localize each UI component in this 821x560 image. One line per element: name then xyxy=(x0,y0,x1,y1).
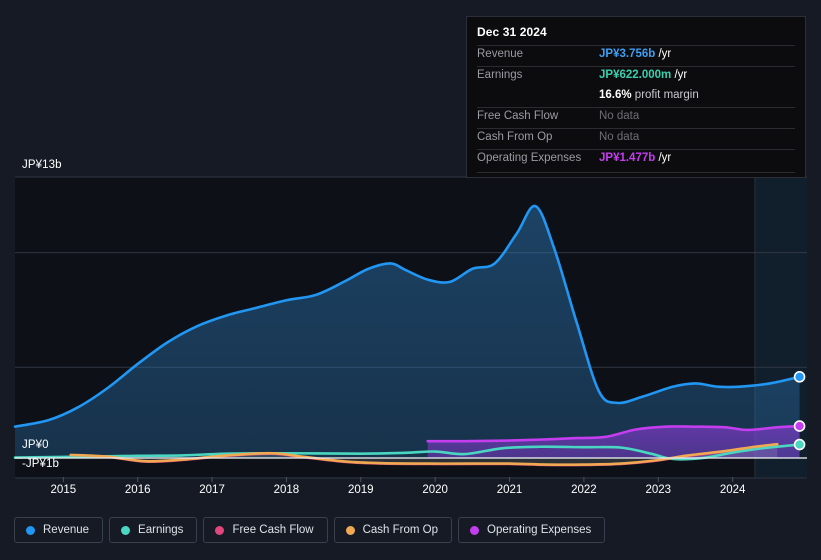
tooltip-row-value: JP¥622.000m /yr xyxy=(599,69,687,81)
tooltip-row-unit: /yr xyxy=(671,69,688,81)
tooltip-row-value: No data xyxy=(599,131,639,143)
legend-item-label: Operating Expenses xyxy=(487,524,592,536)
tooltip-row: Revenue JP¥3.756b /yr xyxy=(477,45,795,66)
tooltip-row-value: No data xyxy=(599,110,639,122)
legend-item-revenue[interactable]: Revenue xyxy=(14,517,104,543)
tooltip-row-unit: /yr xyxy=(655,152,672,164)
legend-item-free-cash-flow[interactable]: Free Cash Flow xyxy=(203,517,328,543)
legend-item-label: Revenue xyxy=(43,524,90,536)
x-axis-label-2024: 2024 xyxy=(719,484,746,496)
endpoint-marker-operating-expenses[interactable] xyxy=(793,420,806,432)
tooltip-row-unit: /yr xyxy=(655,48,672,60)
legend-color-dot-icon xyxy=(215,525,225,535)
legend-item-label: Earnings xyxy=(138,524,184,536)
legend-color-dot-icon xyxy=(470,525,480,535)
tooltip-row: Cash From Op No data xyxy=(477,128,795,149)
tooltip-date: Dec 31 2024 xyxy=(477,25,547,39)
tooltip-bottom-divider xyxy=(477,172,795,173)
legend-item-cash-from-op[interactable]: Cash From Op xyxy=(333,517,453,543)
tooltip-row-label: Cash From Op xyxy=(477,131,553,143)
y-axis-label-zero: JP¥0 xyxy=(22,439,49,451)
x-axis-label-2019: 2019 xyxy=(348,484,374,496)
x-axis-label-2016: 2016 xyxy=(124,484,151,496)
x-axis-label-2023: 2023 xyxy=(645,484,672,496)
x-axis-label-2017: 2017 xyxy=(199,484,225,496)
chart-tooltip: Dec 31 2024 Revenue JP¥3.756b /yr Earnings… xyxy=(466,16,806,178)
legend-item-label: Cash From Op xyxy=(362,524,439,536)
tooltip-row-amount: No data xyxy=(599,110,640,122)
legend-item-earnings[interactable]: Earnings xyxy=(109,517,198,543)
tooltip-row-label: Earnings xyxy=(477,69,523,81)
legend-item-label: Free Cash Flow xyxy=(232,524,314,536)
x-axis-label-2018: 2018 xyxy=(273,484,300,496)
endpoint-marker-earnings[interactable] xyxy=(793,438,806,451)
tooltip-row-label: Operating Expenses xyxy=(477,152,582,164)
tooltip-rows: Revenue JP¥3.756b /yr Earnings JP¥622.000m … xyxy=(477,45,795,170)
y-axis-label-top: JP¥13b xyxy=(22,159,62,171)
tooltip-row-amount: JP¥622.000m xyxy=(599,69,672,81)
tooltip-row-value: JP¥1.477b /yr xyxy=(599,152,671,164)
tooltip-row: Earnings JP¥622.000m /yr xyxy=(477,66,795,87)
tooltip-row-amount: 16.6% xyxy=(599,89,632,101)
x-axis-label-2022: 2022 xyxy=(571,484,597,496)
financial-chart-page: JP¥13b JP¥0 -JP¥1b 2015 2016 2017 2018 2019 2… xyxy=(0,0,821,560)
tooltip-row-value: JP¥3.756b /yr xyxy=(599,48,671,60)
y-axis-label-bottom: -JP¥1b xyxy=(22,458,60,470)
chart-legend: Revenue Earnings Free Cash Flow Cash From O… xyxy=(14,517,606,543)
legend-item-operating-expenses[interactable]: Operating Expenses xyxy=(458,517,606,543)
tooltip-row-unit: profit margin xyxy=(631,89,699,101)
legend-color-dot-icon xyxy=(345,525,355,535)
tooltip-row: 16.6% profit margin xyxy=(477,87,795,107)
x-axis-label-2015: 2015 xyxy=(50,484,77,496)
tooltip-row-label: Revenue xyxy=(477,48,524,60)
tooltip-row-value: 16.6% profit margin xyxy=(599,89,699,101)
tooltip-row-amount: No data xyxy=(599,131,640,143)
tooltip-row: Operating Expenses JP¥1.477b /yr xyxy=(477,149,795,170)
tooltip-row-label: Free Cash Flow xyxy=(477,110,559,122)
legend-color-dot-icon xyxy=(26,525,35,535)
tooltip-row-amount: JP¥1.477b xyxy=(599,152,656,164)
x-axis-label-2021: 2021 xyxy=(496,484,523,496)
legend-color-dot-icon xyxy=(121,525,131,535)
tooltip-row: Free Cash Flow No data xyxy=(477,107,795,128)
x-axis-label-2020: 2020 xyxy=(422,484,448,496)
endpoint-marker-revenue[interactable] xyxy=(793,371,806,383)
tooltip-row-amount: JP¥3.756b xyxy=(599,48,656,60)
